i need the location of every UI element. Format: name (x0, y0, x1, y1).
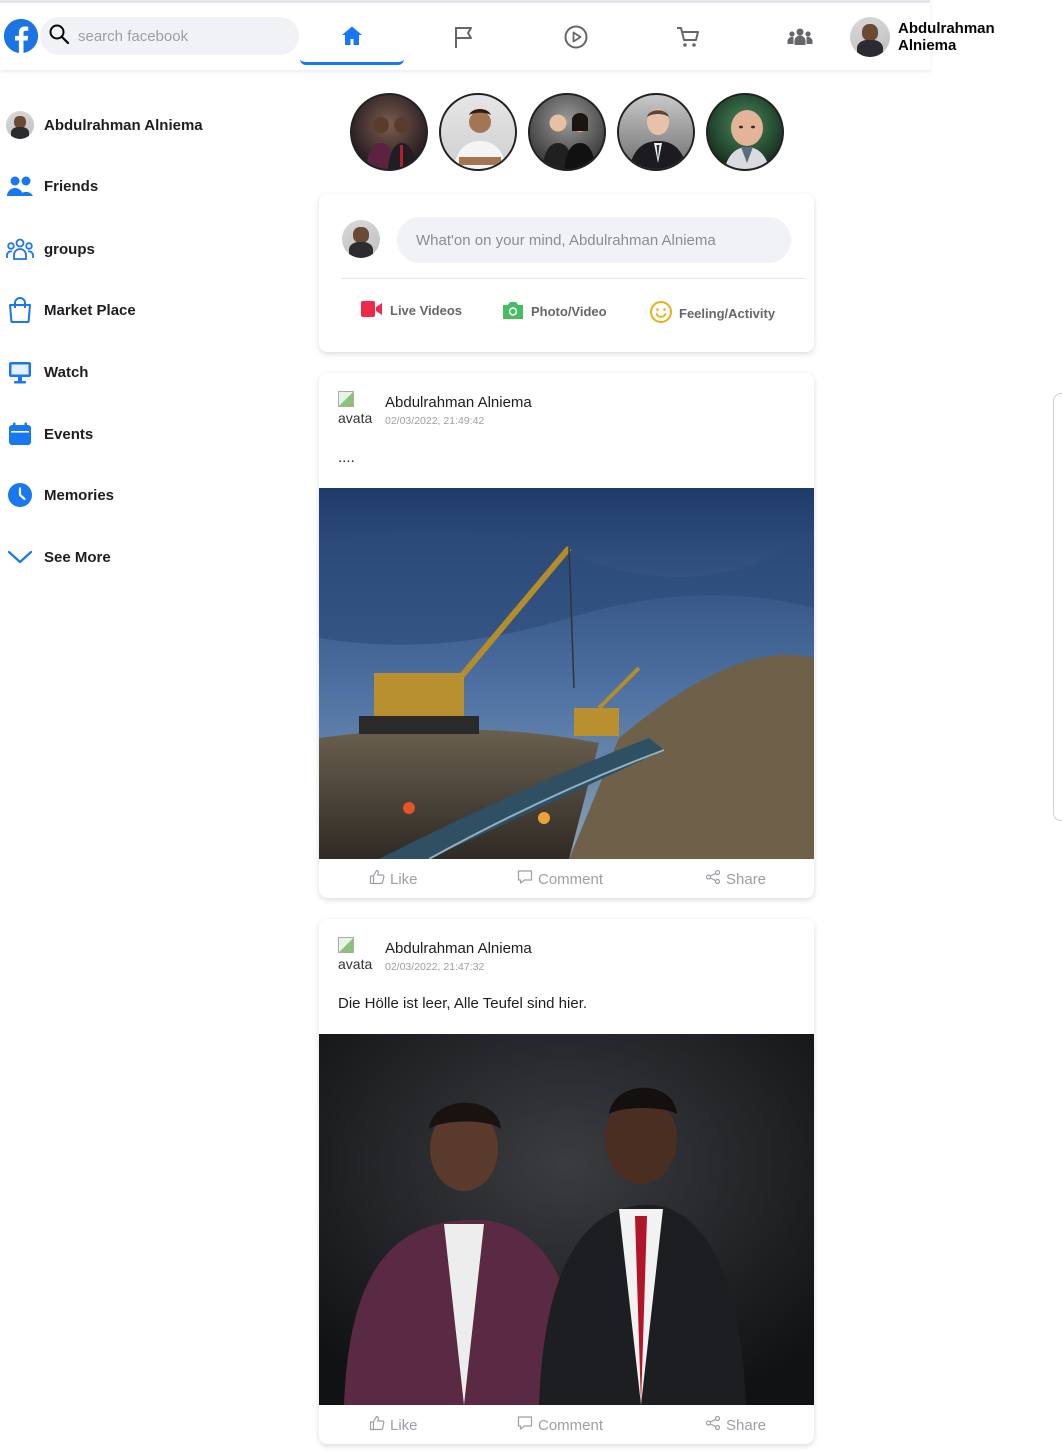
groups-icon (6, 235, 34, 263)
post-actions-bar: Like Comment Share (319, 860, 814, 898)
header-profile[interactable]: Abdulrahman Alniema (850, 17, 995, 57)
share-button[interactable]: Share (705, 1415, 766, 1435)
post-card: avata Abdulrahman Alniema 02/03/2022, 21… (319, 919, 814, 1444)
post-header: avata Abdulrahman Alniema 02/03/2022, 21… (338, 937, 532, 973)
feeling-activity-button[interactable]: Feeling/Activity (649, 300, 775, 327)
broken-avatar-image: avata (338, 391, 376, 427)
search-bar[interactable] (40, 17, 299, 55)
nav-marketplace[interactable] (636, 15, 740, 63)
composer-placeholder: What'on on your mind, Abdulrahman Alniem… (416, 231, 716, 249)
nav-home[interactable] (300, 15, 404, 65)
thumbs-up-icon (369, 1415, 385, 1435)
sidebar-item-label: Watch (44, 363, 89, 381)
avatar (342, 220, 380, 258)
nav-pages[interactable] (412, 15, 516, 63)
avatar (6, 111, 34, 139)
sidebar-item-label: groups (44, 240, 95, 258)
live-video-button[interactable]: Live Videos (360, 300, 462, 321)
post-text: Die Hölle ist leer, Alle Teufel sind hie… (338, 995, 588, 1012)
story-thumbnail[interactable] (439, 93, 517, 171)
search-icon (48, 23, 70, 50)
share-button[interactable]: Share (705, 869, 766, 889)
sidebar-item-watch[interactable]: Watch (6, 354, 88, 390)
sidebar-item-label: Market Place (44, 301, 136, 319)
sidebar-item-see-more[interactable]: See More (6, 539, 111, 575)
sidebar-item-groups[interactable]: groups (6, 231, 95, 267)
comment-button[interactable]: Comment (517, 869, 603, 889)
monitor-icon (6, 358, 34, 386)
comment-button[interactable]: Comment (517, 1415, 603, 1435)
camera-icon (501, 300, 525, 323)
post-timestamp: 02/03/2022, 21:49:42 (385, 415, 485, 427)
chevron-down-icon (6, 543, 34, 571)
sidebar-item-label: Friends (44, 177, 99, 195)
feeling-activity-label: Feeling/Activity (679, 306, 776, 321)
facebook-logo-icon[interactable] (4, 19, 38, 53)
nav-watch[interactable] (524, 15, 628, 63)
post-text: .... (338, 449, 355, 466)
calendar-icon (6, 420, 34, 448)
story-thumbnail[interactable] (617, 93, 695, 171)
sidebar-item-friends[interactable]: Friends (6, 168, 98, 204)
shopping-bag-icon (6, 296, 34, 324)
top-navigation-bar: Abdulrahman Alniema (0, 0, 995, 70)
cart-icon (675, 24, 701, 55)
smiley-icon (649, 300, 673, 327)
clock-icon (6, 481, 34, 509)
share-icon (705, 1415, 721, 1435)
broken-avatar-image: avata (338, 937, 376, 973)
share-icon (705, 869, 721, 889)
photo-video-label: Photo/Video (531, 304, 607, 319)
post-image[interactable] (319, 488, 814, 859)
post-timestamp: 02/03/2022, 21:47:32 (385, 961, 485, 973)
header-user-name: Abdulrahman Alniema (898, 20, 995, 54)
sidebar-item-memories[interactable]: Memories (6, 477, 114, 513)
post-actions-bar: Like Comment Share (319, 1406, 814, 1444)
nav-groups[interactable] (748, 15, 852, 63)
home-icon (340, 24, 364, 53)
sidebar-item-marketplace[interactable]: Market Place (6, 292, 136, 328)
like-button[interactable]: Like (369, 1415, 418, 1435)
people-group-icon (786, 24, 814, 55)
comment-icon (517, 1415, 533, 1435)
avatar (850, 17, 890, 57)
search-input[interactable] (78, 27, 278, 45)
sidebar-item-label: Abdulrahman Alniema (44, 116, 203, 134)
thumbs-up-icon (369, 869, 385, 889)
composer-input[interactable]: What'on on your mind, Abdulrahman Alniem… (397, 217, 791, 263)
right-panel-edge (1053, 393, 1062, 821)
like-button[interactable]: Like (369, 869, 418, 889)
play-icon (563, 24, 589, 55)
divider (341, 278, 806, 279)
sidebar-item-label: See More (44, 548, 111, 566)
post-author[interactable]: Abdulrahman Alniema (385, 940, 532, 957)
post-author[interactable]: Abdulrahman Alniema (385, 394, 532, 411)
live-video-label: Live Videos (390, 303, 463, 318)
photo-video-button[interactable]: Photo/Video (501, 300, 607, 323)
video-camera-icon (360, 300, 384, 321)
sidebar-item-events[interactable]: Events (6, 416, 93, 452)
story-thumbnail[interactable] (350, 93, 428, 171)
comment-icon (517, 869, 533, 889)
sidebar-item-profile[interactable]: Abdulrahman Alniema (6, 107, 203, 143)
sidebar-item-label: Events (44, 425, 94, 443)
post-header: avata Abdulrahman Alniema 02/03/2022, 21… (338, 391, 532, 427)
story-thumbnail[interactable] (528, 93, 606, 171)
post-composer: What'on on your mind, Abdulrahman Alniem… (319, 194, 814, 352)
flag-icon (451, 24, 477, 55)
sidebar-item-label: Memories (44, 486, 115, 504)
post-card: avata Abdulrahman Alniema 02/03/2022, 21… (319, 373, 814, 898)
friends-icon (6, 172, 34, 200)
post-image[interactable] (319, 1034, 814, 1405)
story-thumbnail[interactable] (706, 93, 784, 171)
